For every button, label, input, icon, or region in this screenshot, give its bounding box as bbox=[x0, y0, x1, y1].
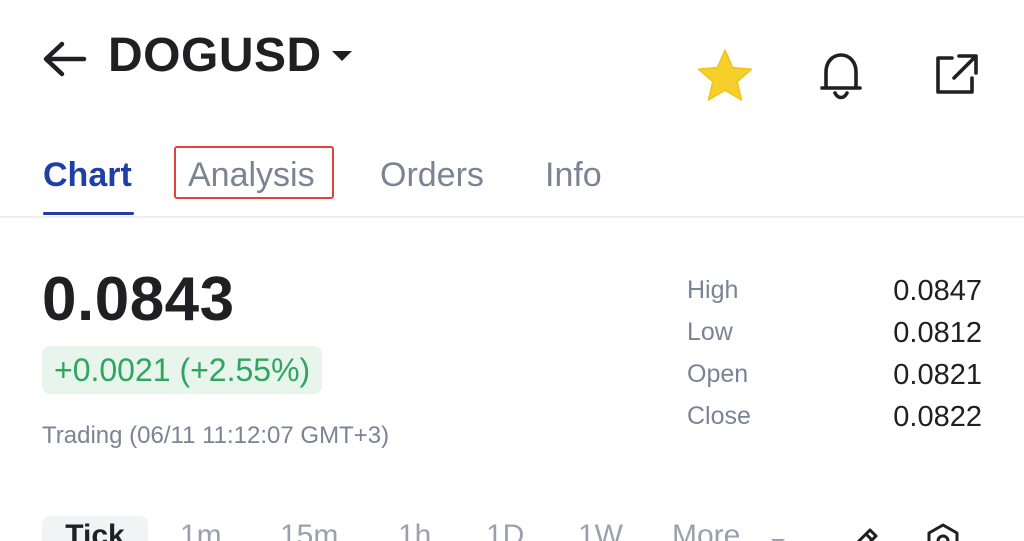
stat-label-open: Open bbox=[687, 360, 749, 388]
bell-icon[interactable] bbox=[812, 44, 870, 102]
timeframe-1w[interactable]: 1W bbox=[578, 516, 623, 541]
tab-info[interactable]: Info bbox=[545, 150, 602, 200]
timeframe-1d[interactable]: 1D bbox=[486, 516, 524, 541]
timeframe-more[interactable]: More bbox=[672, 516, 740, 541]
active-tab-indicator bbox=[43, 212, 134, 215]
stat-label-high: High bbox=[687, 276, 739, 304]
timeframe-bar: Tick 1m 15m 1h 1D 1W More bbox=[0, 510, 1024, 541]
stat-value-close: 0.0822 bbox=[893, 401, 982, 433]
stat-value-open: 0.0821 bbox=[893, 359, 982, 391]
caret-down-icon[interactable] bbox=[330, 48, 354, 64]
stat-value-high: 0.0847 bbox=[893, 275, 982, 307]
stat-value-low: 0.0812 bbox=[893, 317, 982, 349]
stat-label-close: Close bbox=[687, 402, 751, 430]
timeframe-tick[interactable]: Tick bbox=[42, 516, 148, 541]
timeframe-1h[interactable]: 1h bbox=[398, 516, 431, 541]
star-icon[interactable] bbox=[696, 48, 754, 102]
arrow-left-icon[interactable] bbox=[40, 36, 90, 82]
pencil-icon[interactable] bbox=[846, 526, 880, 541]
indicator-icon[interactable] bbox=[924, 522, 962, 541]
timeframe-1m[interactable]: 1m bbox=[180, 516, 222, 541]
tab-chart[interactable]: Chart bbox=[43, 150, 132, 200]
symbol-title[interactable]: DOGUSD bbox=[108, 26, 322, 86]
tabs-divider bbox=[0, 216, 1024, 218]
price-change-badge: +0.0021 (+2.55%) bbox=[42, 346, 323, 394]
external-share-icon[interactable] bbox=[932, 52, 980, 96]
current-price: 0.0843 bbox=[42, 265, 235, 334]
tab-analysis[interactable]: Analysis bbox=[188, 150, 315, 200]
trading-status: Trading (06/11 11:12:07 GMT+3) bbox=[42, 422, 390, 449]
symbol-detail-screen: DOGUSD Chart Analysis Orders Info 0.0843… bbox=[0, 0, 1024, 541]
timeframe-15m[interactable]: 15m bbox=[280, 516, 338, 541]
stat-label-low: Low bbox=[687, 318, 733, 346]
tab-orders[interactable]: Orders bbox=[380, 150, 484, 200]
